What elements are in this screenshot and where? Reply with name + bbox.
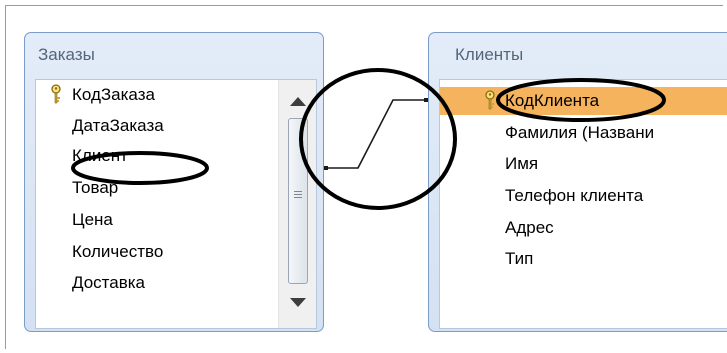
field-name: Тип xyxy=(505,249,534,268)
key-icon xyxy=(485,90,495,110)
field-name: КодКлиента xyxy=(505,91,600,110)
field-name: ДатаЗаказа xyxy=(72,116,164,135)
field-name: Адрес xyxy=(505,218,554,237)
key-icon xyxy=(51,84,61,104)
field-name: Фамилия (Названи xyxy=(505,123,655,142)
scroll-up-arrow-icon[interactable] xyxy=(286,90,310,114)
field-name: Количество xyxy=(72,242,164,261)
field-name: Цена xyxy=(72,210,113,229)
field-name: Телефон клиента xyxy=(505,186,644,205)
table-clients[interactable]: Клиенты КодКлиента Фамилия (Названи Имя … xyxy=(428,32,727,332)
field-name: Доставка xyxy=(72,273,146,292)
field-name: КодЗаказа xyxy=(72,85,155,104)
table-orders-field-list: КодЗаказа ДатаЗаказа Клиент Товар Цена К… xyxy=(35,79,317,329)
field-name: Имя xyxy=(505,154,539,173)
table-orders[interactable]: Заказы КодЗаказа ДатаЗаказа Клиент Товар… xyxy=(24,32,324,332)
field-name: Клиент xyxy=(72,146,128,165)
vertical-scrollbar[interactable] xyxy=(278,80,316,328)
scrollbar-thumb[interactable] xyxy=(288,118,308,284)
field-name: Товар xyxy=(72,178,119,197)
table-clients-title: Клиенты xyxy=(455,45,524,64)
table-orders-title: Заказы xyxy=(38,45,95,64)
table-clients-field-list: КодКлиента Фамилия (Названи Имя Телефон … xyxy=(439,79,727,329)
scroll-down-arrow-icon[interactable] xyxy=(286,290,310,314)
